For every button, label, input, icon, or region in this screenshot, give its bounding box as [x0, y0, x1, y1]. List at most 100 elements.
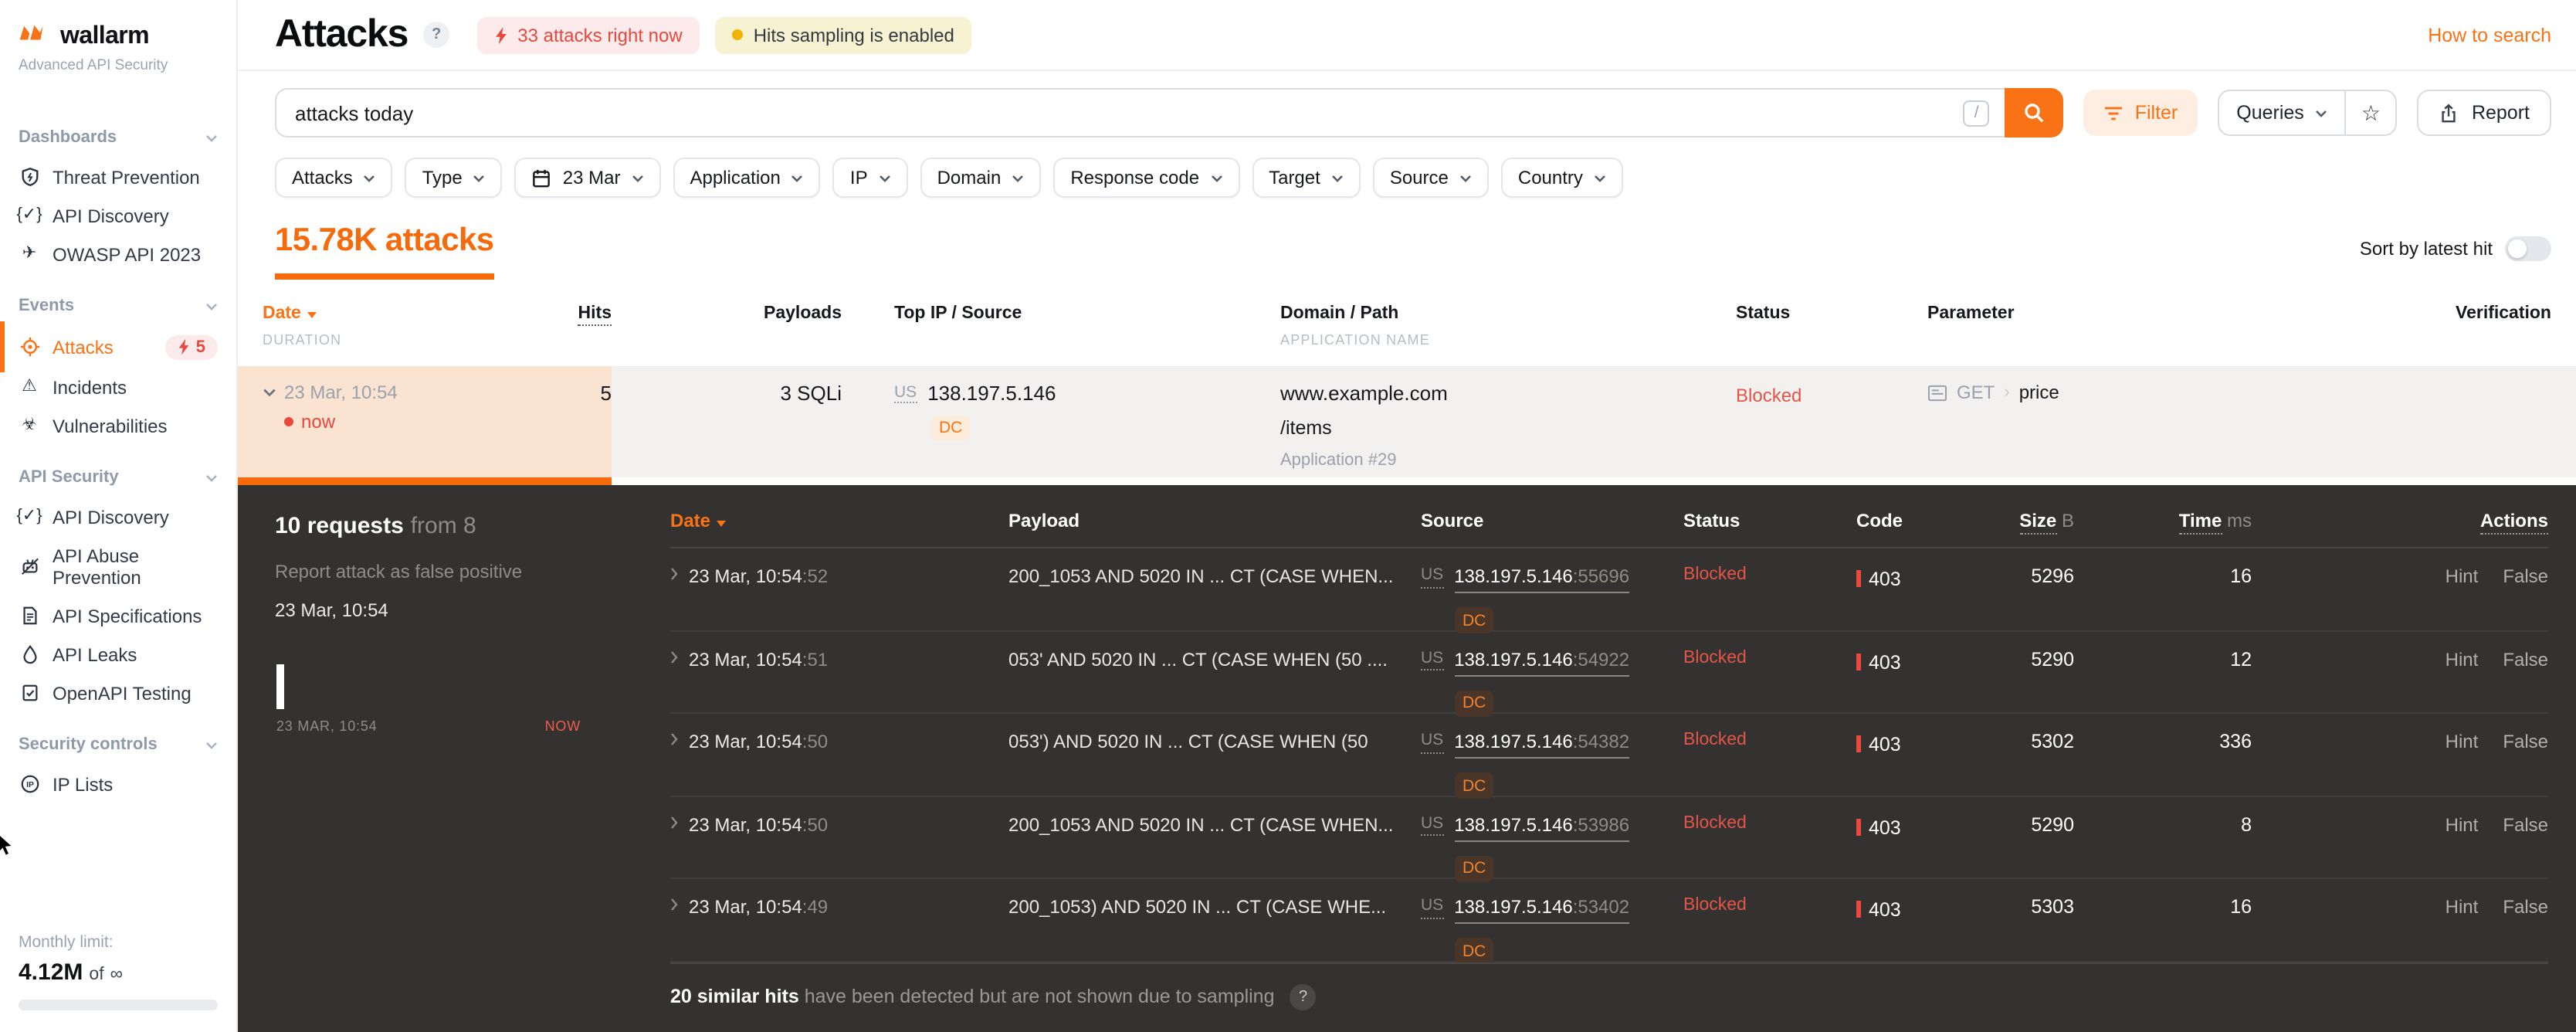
- filter-chip-ip[interactable]: IP: [832, 158, 908, 198]
- section-security-controls[interactable]: Security controls: [0, 735, 236, 754]
- sort-toggle[interactable]: [2505, 236, 2551, 261]
- hit-row[interactable]: 23 Mar, 10:54:51 053' AND 5020 IN ... CT…: [670, 631, 2548, 717]
- hit-code: 403: [1856, 731, 1949, 799]
- false-action[interactable]: False: [2503, 648, 2548, 716]
- false-action[interactable]: False: [2503, 565, 2548, 633]
- section-api-security[interactable]: API Security: [0, 468, 236, 487]
- target-icon: [19, 336, 40, 358]
- hint-action[interactable]: Hint: [2446, 565, 2479, 633]
- sidebar-item-incidents[interactable]: ⚠ Incidents: [0, 368, 236, 406]
- sort-caret-icon: [307, 312, 317, 318]
- hit-date[interactable]: 23 Mar, 10:54:51: [670, 648, 1008, 716]
- sidebar-item-api-specifications[interactable]: API Specifications: [0, 596, 236, 635]
- source-ip[interactable]: 138.197.5.146:54382: [1454, 731, 1630, 759]
- sidebar-item-api-leaks[interactable]: API Leaks: [0, 635, 236, 674]
- hit-row[interactable]: 23 Mar, 10:54:50 200_1053 AND 5020 IN ..…: [670, 797, 2548, 882]
- hit-actions: Hint False: [2252, 648, 2548, 716]
- filter-chip-application[interactable]: Application: [673, 158, 821, 198]
- filter-button[interactable]: Filter: [2083, 90, 2198, 136]
- attack-row[interactable]: 23 Mar, 10:54 now 5 3 SQLi US 138.197.5.…: [238, 366, 2576, 477]
- sort-caret-icon: [717, 521, 727, 527]
- country-code[interactable]: US: [894, 382, 917, 404]
- filter-chip-domain[interactable]: Domain: [920, 158, 1042, 198]
- hit-date[interactable]: 23 Mar, 10:54:50: [670, 814, 1008, 882]
- filter-chip-source[interactable]: Source: [1372, 158, 1489, 198]
- filter-chip-date[interactable]: 23 Mar: [514, 158, 661, 198]
- status-code-bar: [1856, 901, 1861, 918]
- hint-action[interactable]: Hint: [2446, 814, 2479, 882]
- hit-date[interactable]: 23 Mar, 10:54:49: [670, 897, 1008, 965]
- column-header-hits[interactable]: Hits: [510, 304, 612, 326]
- chevron-right-icon: ›: [2004, 383, 2010, 402]
- hit-payload: 200_1053) AND 5020 IN ... CT (CASE WHE..…: [1008, 896, 1387, 918]
- page-title: Attacks: [275, 12, 408, 56]
- report-false-positive-link[interactable]: Report attack as false positive: [275, 561, 584, 582]
- sidebar-item-api-discovery-2[interactable]: {✓} API Discovery: [0, 497, 236, 536]
- hit-row[interactable]: 23 Mar, 10:54:52 200_1053 AND 5020 IN ..…: [670, 548, 2548, 633]
- column-header-time[interactable]: Time ms: [2074, 510, 2252, 535]
- hit-row[interactable]: 23 Mar, 10:54:49 200_1053) AND 5020 IN .…: [670, 880, 2548, 965]
- wallarm-logo-icon: [19, 22, 53, 53]
- hint-action[interactable]: Hint: [2446, 648, 2479, 716]
- help-icon[interactable]: ?: [1290, 983, 1317, 1010]
- source-ip[interactable]: 138.197.5.146:53402: [1454, 897, 1630, 925]
- column-header-date[interactable]: Date DURATION: [263, 304, 510, 348]
- filter-chip-country[interactable]: Country: [1500, 158, 1623, 198]
- help-icon[interactable]: ?: [423, 22, 450, 48]
- document-icon: [19, 605, 40, 626]
- chevron-down-icon: [205, 741, 218, 749]
- live-attacks-badge[interactable]: 33 attacks right now: [477, 16, 700, 53]
- country-code[interactable]: US: [1421, 897, 1444, 920]
- sidebar-item-api-discovery[interactable]: {✓} API Discovery: [0, 196, 236, 235]
- datacenter-tag: DC: [1455, 607, 1494, 633]
- country-code[interactable]: US: [1421, 814, 1444, 837]
- hit-source: US 138.197.5.146:53986 DC: [1421, 814, 1683, 882]
- chevron-right-icon: [670, 567, 678, 581]
- filter-chip-type[interactable]: Type: [405, 158, 503, 198]
- source-ip[interactable]: 138.197.5.146: [927, 382, 1056, 405]
- status-code-bar: [1856, 653, 1861, 670]
- country-code[interactable]: US: [1421, 565, 1444, 589]
- column-header-size[interactable]: Size B: [1949, 510, 2074, 535]
- chevron-down-icon: [2315, 109, 2327, 117]
- hit-date[interactable]: 23 Mar, 10:54:52: [670, 565, 1008, 633]
- sidebar-item-vulnerabilities[interactable]: ☣ Vulnerabilities: [0, 406, 236, 445]
- status-code-bar: [1856, 570, 1861, 587]
- sidebar-item-ip-lists[interactable]: IP IP Lists: [0, 765, 236, 803]
- source-ip[interactable]: 138.197.5.146:55696: [1454, 565, 1630, 593]
- report-button[interactable]: Report: [2417, 90, 2551, 136]
- hit-date[interactable]: 23 Mar, 10:54:50: [670, 731, 1008, 799]
- section-events[interactable]: Events: [0, 297, 236, 315]
- country-code[interactable]: US: [1421, 648, 1444, 671]
- column-header-hit-date[interactable]: Date: [670, 510, 1008, 531]
- country-code[interactable]: US: [1421, 731, 1444, 754]
- column-header-actions[interactable]: Actions: [2252, 510, 2548, 535]
- filter-chip-target[interactable]: Target: [1252, 158, 1361, 198]
- queries-button[interactable]: Queries: [2219, 91, 2346, 134]
- attack-date[interactable]: 23 Mar, 10:54: [263, 382, 510, 403]
- sidebar-item-openapi-testing[interactable]: OpenAPI Testing: [0, 674, 236, 712]
- hint-action[interactable]: Hint: [2446, 897, 2479, 965]
- false-action[interactable]: False: [2503, 814, 2548, 882]
- filter-chip-response-code[interactable]: Response code: [1053, 158, 1240, 198]
- how-to-search-link[interactable]: How to search: [2428, 24, 2551, 46]
- source-ip[interactable]: 138.197.5.146:53986: [1454, 814, 1630, 842]
- hint-action[interactable]: Hint: [2446, 731, 2479, 799]
- favorite-star-button[interactable]: ☆: [2346, 91, 2396, 134]
- search-button[interactable]: [2005, 88, 2064, 137]
- application-name: Application #29: [1280, 451, 1397, 470]
- source-ip[interactable]: 138.197.5.146:54922: [1454, 648, 1630, 677]
- hit-row[interactable]: 23 Mar, 10:54:50 053') AND 5020 IN ... C…: [670, 714, 2548, 799]
- section-dashboards[interactable]: Dashboards: [0, 128, 236, 147]
- sidebar-item-owasp-api[interactable]: ✈ OWASP API 2023: [0, 235, 236, 273]
- brand-block[interactable]: wallarm Advanced API Security: [0, 19, 236, 74]
- sidebar-item-api-abuse-prevention[interactable]: API Abuse Prevention: [0, 536, 236, 596]
- attack-start-time: 23 Mar, 10:54: [275, 599, 388, 621]
- false-action[interactable]: False: [2503, 897, 2548, 965]
- hit-payload: 200_1053 AND 5020 IN ... CT (CASE WHEN..…: [1008, 813, 1394, 836]
- false-action[interactable]: False: [2503, 731, 2548, 799]
- sidebar-item-attacks[interactable]: Attacks 5: [0, 321, 236, 372]
- sidebar-item-threat-prevention[interactable]: Threat Prevention: [0, 158, 236, 196]
- filter-chip-attacks[interactable]: Attacks: [275, 158, 393, 198]
- search-input[interactable]: [295, 101, 1964, 124]
